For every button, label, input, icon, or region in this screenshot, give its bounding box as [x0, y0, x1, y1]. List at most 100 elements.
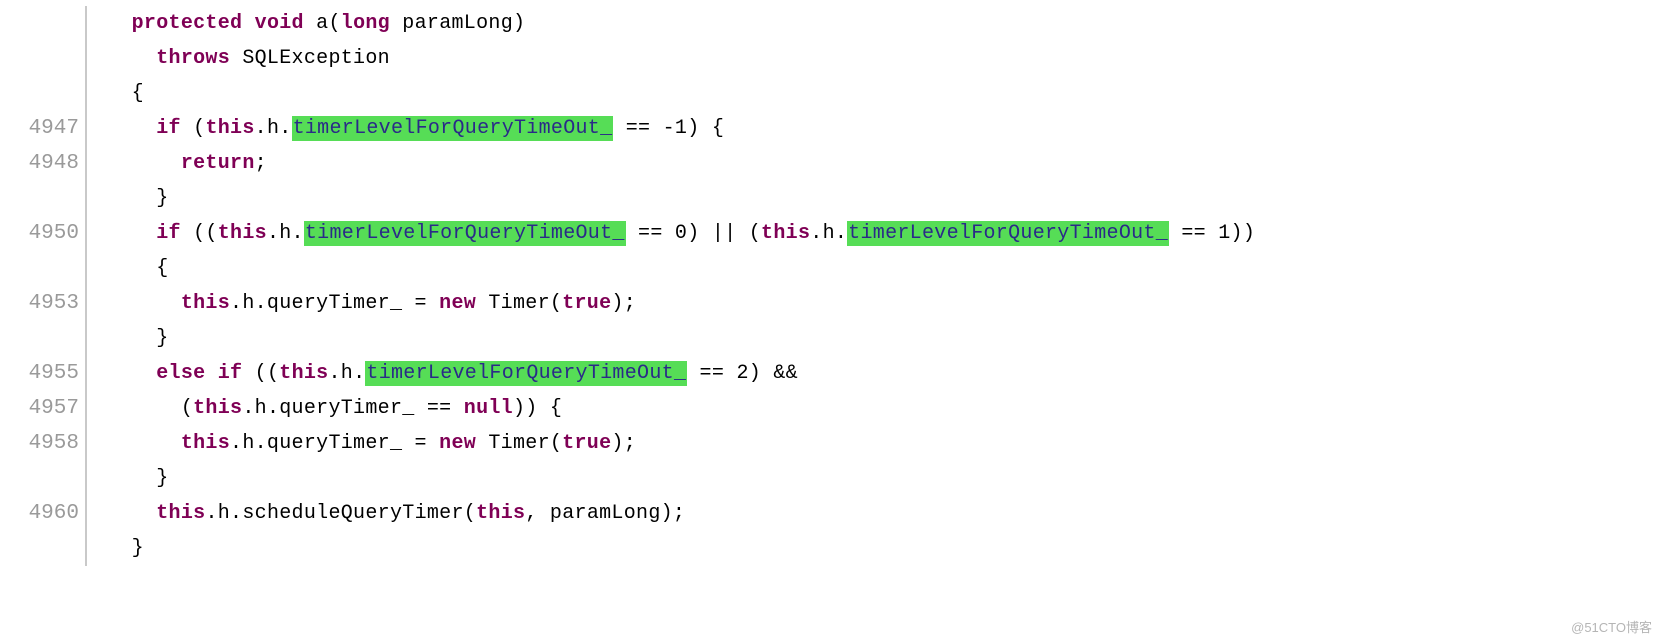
code-line: { [0, 76, 1660, 111]
code-token: { [132, 82, 144, 105]
code-token: , paramLong); [525, 502, 685, 525]
code-line: } [0, 321, 1660, 356]
line-number: 4960 [0, 502, 85, 525]
code-content[interactable]: { [107, 82, 1660, 105]
keyword-token: long [341, 12, 390, 35]
highlighted-identifier: timerLevelForQueryTimeOut_ [847, 221, 1169, 246]
keyword-token: this [218, 222, 267, 245]
code-line: } [0, 461, 1660, 496]
code-content[interactable]: this.h.queryTimer_ = new Timer(true); [107, 292, 1660, 315]
keyword-token: void [255, 12, 304, 35]
line-number: 4948 [0, 152, 85, 175]
code-token: == 2) && [687, 362, 798, 385]
code-token: )) { [513, 397, 562, 420]
keyword-token: this [476, 502, 525, 525]
gutter-divider [85, 321, 87, 356]
code-line: 4947 if (this.h.timerLevelForQueryTimeOu… [0, 111, 1660, 146]
keyword-token: this [279, 362, 328, 385]
line-number: 4950 [0, 222, 85, 245]
code-content[interactable]: if ((this.h.timerLevelForQueryTimeOut_ =… [107, 221, 1660, 246]
code-token: == 1)) [1169, 222, 1255, 245]
code-token: == -1) { [613, 117, 724, 140]
code-token: .h.queryTimer_ == [242, 397, 463, 420]
gutter-divider [85, 286, 87, 321]
code-token: .h.queryTimer_ = [230, 432, 439, 455]
keyword-token: else [156, 362, 205, 385]
highlighted-identifier: timerLevelForQueryTimeOut_ [365, 361, 687, 386]
code-content[interactable]: else if ((this.h.timerLevelForQueryTimeO… [107, 361, 1660, 386]
keyword-token: if [156, 222, 181, 245]
gutter-divider [85, 496, 87, 531]
code-token: .h. [810, 222, 847, 245]
keyword-token: this [181, 432, 230, 455]
code-token: } [132, 537, 144, 560]
code-token: paramLong) [390, 12, 525, 35]
code-token: ); [611, 432, 636, 455]
gutter-divider [85, 356, 87, 391]
keyword-token: this [156, 502, 205, 525]
code-content[interactable]: if (this.h.timerLevelForQueryTimeOut_ ==… [107, 116, 1660, 141]
code-content[interactable]: return; [107, 152, 1660, 175]
keyword-token: this [181, 292, 230, 315]
keyword-token: throws [156, 47, 230, 70]
gutter-divider [85, 146, 87, 181]
code-token: .h. [255, 117, 292, 140]
gutter-divider [85, 531, 87, 566]
code-content[interactable]: (this.h.queryTimer_ == null)) { [107, 397, 1660, 420]
code-line: 4950 if ((this.h.timerLevelForQueryTimeO… [0, 216, 1660, 251]
code-token: ; [255, 152, 267, 175]
code-token: Timer( [476, 292, 562, 315]
code-token: .h.queryTimer_ = [230, 292, 439, 315]
code-token: { [156, 257, 168, 280]
gutter-divider [85, 391, 87, 426]
line-number: 4957 [0, 397, 85, 420]
code-token: == 0) || ( [626, 222, 761, 245]
code-line: throws SQLException [0, 41, 1660, 76]
gutter-divider [85, 41, 87, 76]
code-line: 4957 (this.h.queryTimer_ == null)) { [0, 391, 1660, 426]
highlighted-identifier: timerLevelForQueryTimeOut_ [292, 116, 614, 141]
gutter-divider [85, 461, 87, 496]
code-token: } [156, 467, 168, 490]
gutter-divider [85, 6, 87, 41]
keyword-token: this [193, 397, 242, 420]
code-line: 4960 this.h.scheduleQueryTimer(this, par… [0, 496, 1660, 531]
keyword-token: return [181, 152, 255, 175]
code-token [242, 12, 254, 35]
keyword-token: if [218, 362, 243, 385]
keyword-token: true [562, 292, 611, 315]
code-token: (( [181, 222, 218, 245]
code-line: { [0, 251, 1660, 286]
code-token: .h.scheduleQueryTimer( [205, 502, 476, 525]
code-line: 4948 return; [0, 146, 1660, 181]
code-content[interactable]: } [107, 467, 1660, 490]
code-content[interactable]: throws SQLException [107, 47, 1660, 70]
code-token: Timer( [476, 432, 562, 455]
code-token: (( [242, 362, 279, 385]
line-number: 4958 [0, 432, 85, 455]
code-content[interactable]: this.h.queryTimer_ = new Timer(true); [107, 432, 1660, 455]
code-token: ( [181, 117, 206, 140]
code-line: 4958 this.h.queryTimer_ = new Timer(true… [0, 426, 1660, 461]
highlighted-identifier: timerLevelForQueryTimeOut_ [304, 221, 626, 246]
code-token: .h. [267, 222, 304, 245]
code-content[interactable]: protected void a(long paramLong) [107, 12, 1660, 35]
line-number: 4955 [0, 362, 85, 385]
keyword-token: protected [132, 12, 243, 35]
code-content[interactable]: } [107, 327, 1660, 350]
code-line: } [0, 181, 1660, 216]
code-editor: protected void a(long paramLong) throws … [0, 0, 1660, 566]
code-line: } [0, 531, 1660, 566]
line-number: 4947 [0, 117, 85, 140]
keyword-token: true [562, 432, 611, 455]
code-content[interactable]: this.h.scheduleQueryTimer(this, paramLon… [107, 502, 1660, 525]
code-token: } [156, 327, 168, 350]
keyword-token: null [464, 397, 513, 420]
code-content[interactable]: { [107, 257, 1660, 280]
code-token: a( [304, 12, 341, 35]
code-content[interactable]: } [107, 187, 1660, 210]
line-number: 4953 [0, 292, 85, 315]
gutter-divider [85, 426, 87, 461]
code-content[interactable]: } [107, 537, 1660, 560]
gutter-divider [85, 181, 87, 216]
